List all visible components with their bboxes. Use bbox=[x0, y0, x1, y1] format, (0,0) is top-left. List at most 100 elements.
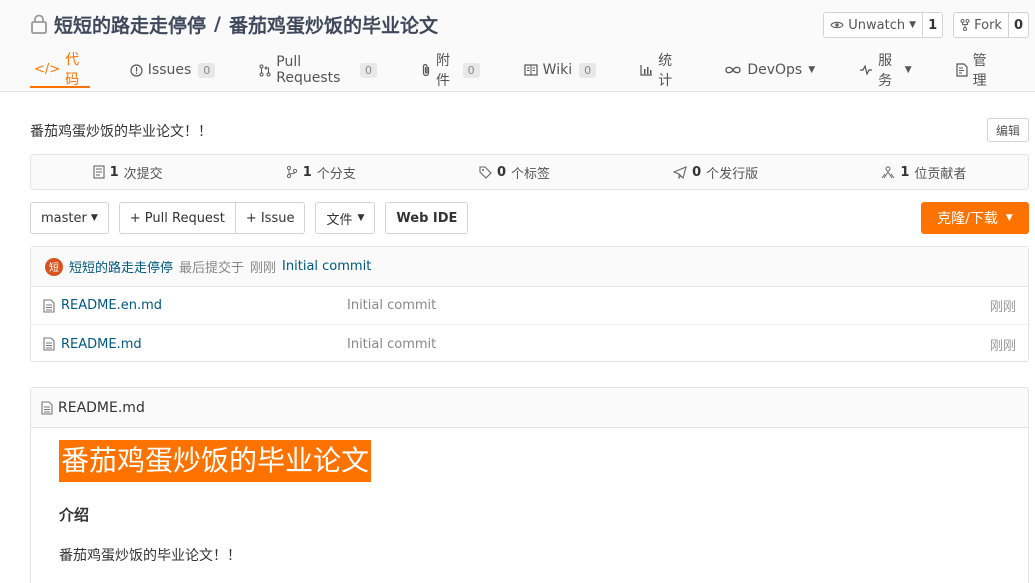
new-pr-issue-group: + Pull Request + Issue bbox=[118, 202, 306, 234]
tab-attachments-label: 附件 bbox=[436, 53, 450, 89]
table-row: README.md Initial commit 刚刚 bbox=[31, 325, 1028, 363]
stat-contributors[interactable]: 1 位贡献者 bbox=[881, 163, 966, 182]
stat-branches-count: 1 bbox=[302, 164, 312, 180]
web-ide-button[interactable]: Web IDE bbox=[385, 202, 469, 234]
stat-commits-label: 次提交 bbox=[123, 166, 163, 182]
book-icon bbox=[524, 64, 538, 76]
watch-button-group: Unwatch ▼ 1 bbox=[823, 12, 944, 38]
contributors-icon bbox=[881, 166, 895, 179]
edit-description-button[interactable]: 编辑 bbox=[986, 118, 1029, 142]
stat-tags-label: 个标签 bbox=[510, 166, 550, 182]
tab-attachments-count: 0 bbox=[462, 62, 480, 78]
tab-issues[interactable]: Issues 0 bbox=[126, 52, 220, 88]
tab-issues-label: Issues bbox=[147, 62, 192, 78]
commit-time: 刚刚 bbox=[250, 261, 277, 276]
tab-pull-requests[interactable]: Pull Requests 0 bbox=[255, 52, 381, 88]
tab-wiki-count: 0 bbox=[579, 62, 597, 78]
pull-request-icon bbox=[259, 64, 271, 77]
fork-button-group: Fork 0 bbox=[953, 12, 1029, 38]
tab-wiki[interactable]: Wiki 0 bbox=[520, 52, 600, 88]
file-commit-message[interactable]: Initial commit bbox=[347, 298, 436, 313]
tag-icon bbox=[479, 165, 492, 179]
file-link[interactable]: README.en.md bbox=[43, 298, 162, 313]
fork-icon bbox=[960, 19, 970, 31]
file-list: 短 短短的路走走停停 最后提交于 刚刚 Initial commit READM… bbox=[30, 246, 1029, 362]
tab-manage[interactable]: 管理 bbox=[952, 52, 999, 89]
repo-tabs: </> 代码 Issues 0 Pull Requests 0 附件 0 Wik… bbox=[30, 52, 1035, 92]
stat-branches[interactable]: 1 个分支 bbox=[286, 163, 356, 182]
tab-devops[interactable]: DevOps ▼ bbox=[720, 52, 819, 88]
readme-header: README.md bbox=[31, 388, 1028, 428]
eye-icon bbox=[830, 20, 844, 30]
commit-author-link[interactable]: 短短的路走走停停 bbox=[69, 257, 173, 276]
tab-pull-requests-count: 0 bbox=[360, 62, 377, 78]
tab-statistics[interactable]: 统计 bbox=[636, 52, 684, 89]
file-name: README.en.md bbox=[61, 298, 162, 313]
tab-services[interactable]: 服务 ▼ bbox=[855, 52, 915, 89]
file-icon bbox=[43, 337, 55, 351]
file-menu-label: 文件 bbox=[326, 212, 353, 228]
readme-filename: README.md bbox=[58, 399, 145, 416]
repo-owner-link[interactable]: 短短的路走走停停 bbox=[54, 11, 206, 38]
tab-attachments[interactable]: 附件 0 bbox=[417, 52, 484, 89]
stat-releases[interactable]: 0 个发行版 bbox=[673, 163, 758, 182]
chevron-down-icon: ▼ bbox=[357, 213, 365, 223]
watch-label: Unwatch bbox=[848, 17, 906, 33]
repo-toolbar: master ▼ + Pull Request + Issue 文件 ▼ Web… bbox=[30, 202, 469, 234]
new-pull-request-button[interactable]: + Pull Request bbox=[120, 203, 235, 233]
fork-count[interactable]: 0 bbox=[1007, 13, 1028, 37]
file-commit-time: 刚刚 bbox=[989, 338, 1016, 354]
watch-count[interactable]: 1 bbox=[922, 13, 942, 37]
readme-heading: 番茄鸡蛋炒饭的毕业论文 bbox=[59, 440, 372, 482]
send-icon bbox=[673, 165, 687, 179]
tab-wiki-label: Wiki bbox=[542, 62, 573, 78]
stat-releases-count: 0 bbox=[692, 164, 702, 180]
bar-chart-icon bbox=[640, 64, 653, 76]
repo-name-link[interactable]: 番茄鸡蛋炒饭的毕业论文 bbox=[229, 11, 438, 38]
stat-contributors-count: 1 bbox=[900, 164, 910, 180]
tab-issues-count: 0 bbox=[198, 62, 216, 78]
chevron-down-icon: ▼ bbox=[1005, 213, 1013, 223]
stat-contributors-label: 位贡献者 bbox=[914, 166, 967, 182]
branch-select-label: master bbox=[41, 210, 87, 226]
readme-paragraph: 番茄鸡蛋炒饭的毕业论文！！ bbox=[59, 548, 241, 564]
file-icon bbox=[41, 400, 53, 415]
commit-icon bbox=[93, 165, 105, 179]
clone-download-button[interactable]: 克隆/下载 ▼ bbox=[921, 202, 1029, 234]
stat-releases-label: 个发行版 bbox=[706, 166, 759, 182]
file-link[interactable]: README.md bbox=[43, 337, 142, 352]
new-issue-button[interactable]: + Issue bbox=[234, 203, 305, 233]
chevron-down-icon: ▼ bbox=[808, 65, 816, 75]
chevron-down-icon: ▼ bbox=[909, 20, 917, 30]
latest-commit-bar: 短 短短的路走走停停 最后提交于 刚刚 Initial commit bbox=[31, 247, 1028, 287]
repo-actions: Unwatch ▼ 1 Fork 0 bbox=[823, 12, 1029, 38]
file-menu-button[interactable]: 文件 ▼ bbox=[315, 202, 376, 234]
commit-meta: 最后提交于 bbox=[179, 261, 245, 276]
avatar[interactable]: 短 bbox=[45, 257, 63, 276]
repo-stats: 1 次提交 1 个分支 0 个标签 0 个发行版 1 位贡献者 bbox=[30, 154, 1029, 190]
stat-commits[interactable]: 1 次提交 bbox=[93, 163, 163, 182]
tab-manage-label: 管理 bbox=[972, 53, 987, 89]
watch-button[interactable]: Unwatch ▼ bbox=[824, 13, 922, 37]
stat-commits-count: 1 bbox=[109, 164, 119, 180]
file-icon bbox=[43, 298, 55, 313]
repo-title: 短短的路走走停停 / 番茄鸡蛋炒饭的毕业论文 bbox=[30, 10, 438, 38]
paperclip-icon bbox=[421, 63, 431, 77]
tab-statistics-label: 统计 bbox=[658, 53, 673, 89]
stat-tags[interactable]: 0 个标签 bbox=[479, 163, 550, 182]
lock-icon bbox=[30, 14, 48, 34]
file-commit-message[interactable]: Initial commit bbox=[347, 337, 436, 352]
repo-description: 番茄鸡蛋炒饭的毕业论文！！ bbox=[30, 124, 212, 140]
file-commit-time: 刚刚 bbox=[989, 300, 1016, 315]
stat-branches-label: 个分支 bbox=[316, 166, 356, 182]
infinity-icon bbox=[724, 65, 742, 75]
tab-code[interactable]: </> 代码 bbox=[30, 52, 90, 88]
tab-services-label: 服务 bbox=[878, 53, 893, 89]
chevron-down-icon: ▼ bbox=[904, 65, 912, 75]
fork-button[interactable]: Fork bbox=[954, 13, 1008, 37]
chevron-down-icon: ▼ bbox=[90, 213, 98, 223]
branch-select[interactable]: master ▼ bbox=[30, 202, 109, 234]
table-row: README.en.md Initial commit 刚刚 bbox=[31, 287, 1028, 325]
commit-message-link[interactable]: Initial commit bbox=[282, 259, 371, 274]
code-icon: </> bbox=[34, 61, 61, 77]
